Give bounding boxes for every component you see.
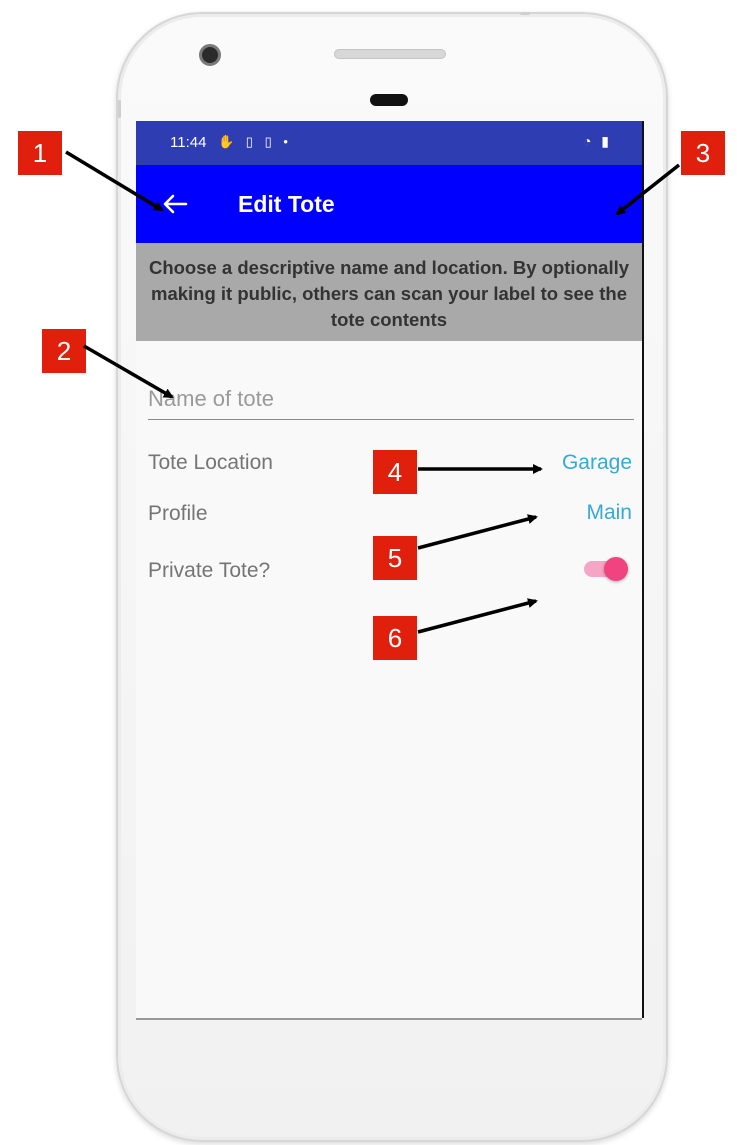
private-tote-toggle[interactable] xyxy=(582,553,632,583)
status-bar: 11:44 ✋ ▯ ▯ • ◔ ▮ xyxy=(136,121,642,165)
phone-side-button xyxy=(118,100,121,118)
callout-5: 5 xyxy=(373,536,417,580)
callout-3: 3 xyxy=(681,131,725,175)
earpiece-speaker xyxy=(334,49,446,59)
notification-icons: ✋ ▯ ▯ • xyxy=(218,134,292,149)
private-tote-label: Private Tote? xyxy=(148,559,271,582)
page-title: Edit Tote xyxy=(238,191,335,217)
info-banner-text: Choose a descriptive name and location. … xyxy=(148,257,630,330)
proximity-sensor xyxy=(370,94,408,106)
toggle-thumb xyxy=(604,557,628,581)
callout-1: 1 xyxy=(18,131,62,175)
info-banner: Choose a descriptive name and location. … xyxy=(136,243,642,341)
callout-2: 2 xyxy=(42,329,86,373)
tote-name-input[interactable] xyxy=(148,379,634,420)
wifi-battery-icons: ◔ ▮ xyxy=(582,133,612,149)
callout-6: 6 xyxy=(373,616,417,660)
tote-location-label: Tote Location xyxy=(148,451,273,474)
status-time: 11:44 xyxy=(170,134,207,151)
screen-bottom-edge xyxy=(136,1018,642,1020)
front-camera xyxy=(199,44,221,66)
back-arrow-icon[interactable] xyxy=(160,189,190,219)
app-bar: Edit Tote xyxy=(136,165,642,243)
callout-4: 4 xyxy=(373,450,417,494)
tote-location-value[interactable]: Garage xyxy=(562,451,632,475)
phone-top-button xyxy=(520,12,530,15)
profile-value[interactable]: Main xyxy=(586,501,632,525)
profile-label: Profile xyxy=(148,502,208,525)
